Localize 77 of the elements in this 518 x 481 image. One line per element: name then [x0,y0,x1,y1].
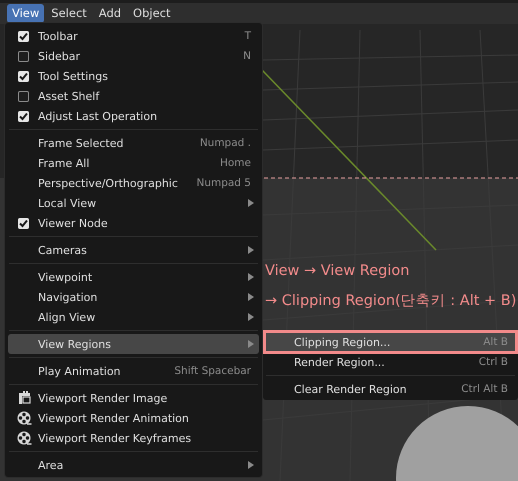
shortcut-label: Ctrl Alt B [461,382,508,397]
menu-item[interactable]: Render Region... Ctrl B [265,352,516,372]
menu-item[interactable]: Perspective/Orthographic Numpad 5 [8,173,259,193]
menu-item-label: Area [38,458,64,474]
submenu-arrow-icon [248,293,254,301]
menu-item[interactable]: Tool Settings [8,66,259,86]
shortcut-label: Numpad 5 [196,176,251,191]
menu-item-label: Local View [38,196,96,212]
menu-item-label: Frame Selected [38,136,124,152]
menu-item-label: Clipping Region... [294,335,390,351]
menu-bar-item[interactable]: Add [94,4,126,23]
menu-item[interactable]: Asset Shelf [8,86,259,106]
submenu-arrow-icon [248,340,254,348]
submenu-arrow-icon [248,199,254,207]
submenu-arrow-icon [248,246,254,254]
shortcut-label: Numpad . [200,136,251,151]
menu-item-label: Asset Shelf [38,89,100,105]
menu-item[interactable]: Viewport Render Keyframes [8,428,259,448]
menu-item-label: Adjust Last Operation [38,109,158,125]
menu-item-label: Perspective/Orthographic [38,176,178,192]
menu-item-label: Sidebar [38,49,80,65]
submenu-arrow-icon [248,273,254,281]
submenu-arrow-icon [248,313,254,321]
menu-item[interactable]: Frame All Home [8,153,259,173]
film-reel-icon [17,431,32,446]
menu-item[interactable]: View Regions [8,334,259,354]
menu-item-label: Toolbar [38,29,78,45]
checkbox[interactable] [18,111,29,122]
menu-item[interactable]: Frame Selected Numpad . [8,133,259,153]
checkbox[interactable] [18,31,29,42]
menu-item[interactable]: Clear Render Region Ctrl Alt B [265,379,516,399]
menu-item[interactable]: Align View [8,307,259,327]
menu-item[interactable]: Sidebar N [8,46,259,66]
menu-item[interactable]: Adjust Last Operation [8,106,259,126]
menu-item-label: Render Region... [294,355,385,371]
menu-item[interactable]: Navigation [8,287,259,307]
menu-item[interactable]: Clipping Region... Alt B [265,332,516,352]
menu-item-label: Viewport Render Image [38,391,168,407]
checkbox[interactable] [18,91,29,102]
menu-item[interactable]: Area [8,455,259,475]
checkbox[interactable] [18,71,29,82]
shortcut-label: T [244,29,251,44]
menu-bar-item[interactable]: Object [128,4,176,23]
menu-item-label: Align View [38,310,96,326]
shortcut-label: Shift Spacebar [174,364,251,379]
menu-item-label: Frame All [38,156,90,172]
submenu-arrow-icon [248,461,254,469]
menu-bar-item[interactable]: View [7,4,44,23]
menu-item[interactable]: Local View [8,193,259,213]
menu-item-label: Viewport Render Keyframes [38,431,192,447]
menu-item[interactable]: Viewpoint [8,267,259,287]
menu-item-label: Cameras [38,243,87,259]
shortcut-label: Ctrl B [478,355,508,370]
menu-item-label: Viewpoint [38,270,92,286]
menu-item[interactable]: Toolbar T [8,26,259,46]
shortcut-label: Home [220,156,251,171]
menu-item[interactable]: Cameras [8,240,259,260]
annotation-text: View → View Region [265,262,410,281]
menu-item-label: View Regions [38,337,111,353]
menu-item-label: Navigation [38,290,98,306]
menu-item-label: Play Animation [38,364,121,380]
image-render-icon [18,391,31,405]
menu-item-label: Clear Render Region [294,382,407,398]
menu-item-label: Viewer Node [38,216,108,232]
shortcut-label: N [243,49,251,64]
menu-bar-item[interactable]: Select [46,4,92,23]
menu-item-label: Tool Settings [38,69,108,85]
film-reel-icon [17,411,32,426]
annotation-text: → Clipping Region(단축키 : Alt + B) [265,292,516,311]
shortcut-label: Alt B [483,335,508,350]
checkbox[interactable] [18,218,29,229]
menu-item[interactable]: Viewport Render Image [8,388,259,408]
menu-item[interactable]: Viewer Node [8,213,259,233]
menu-item[interactable]: Play Animation Shift Spacebar [8,361,259,381]
menu-item[interactable]: Viewport Render Animation [8,408,259,428]
checkbox[interactable] [18,51,29,62]
menu-item-label: Viewport Render Animation [38,411,189,427]
